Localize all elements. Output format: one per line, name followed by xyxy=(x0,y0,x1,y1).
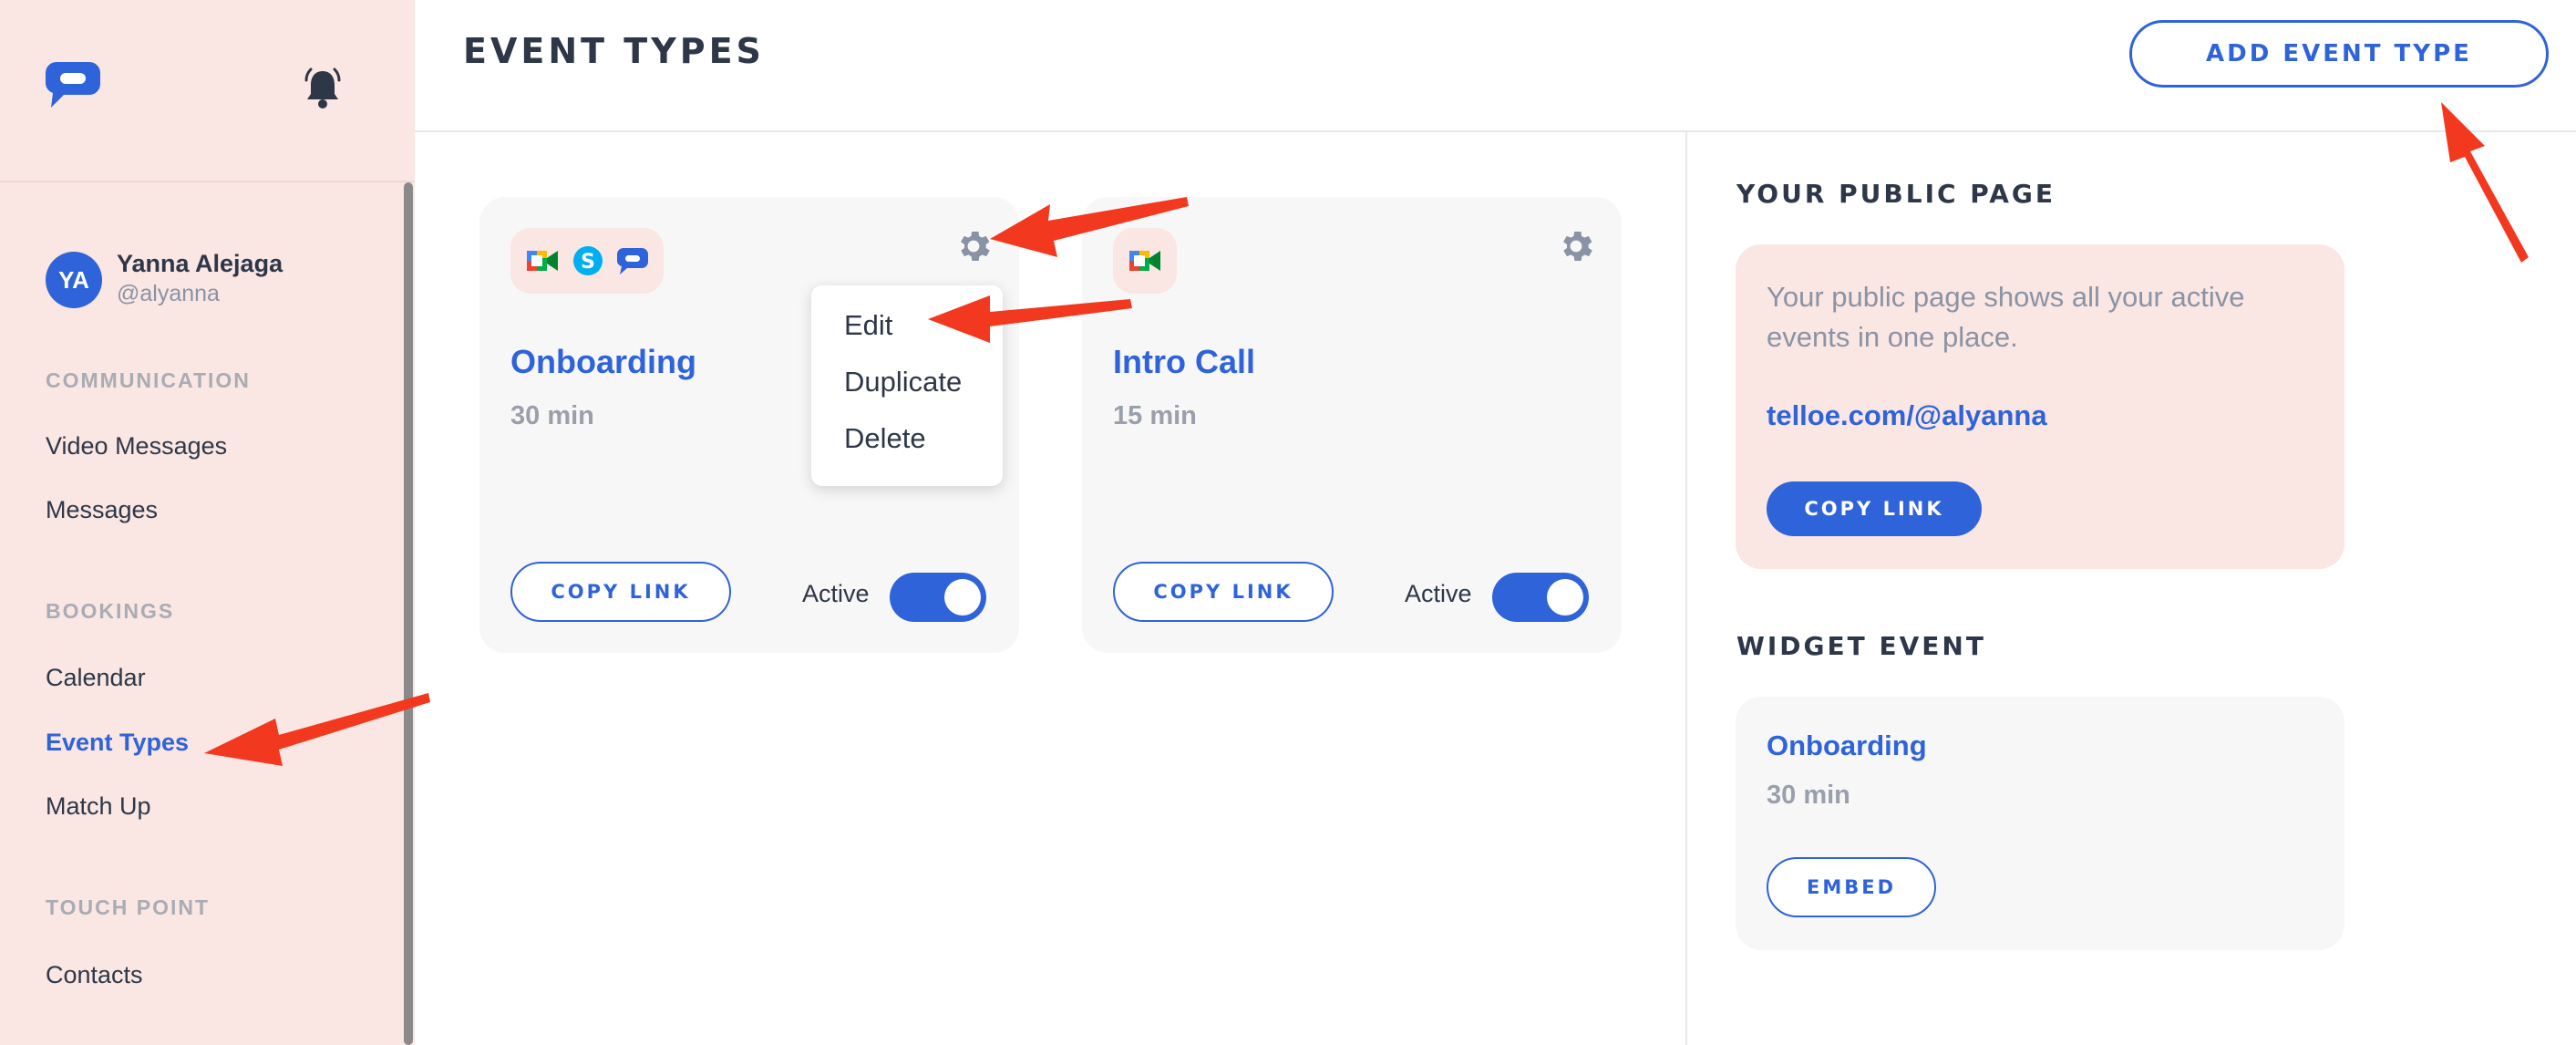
public-copy-link-button[interactable]: COPY LINK xyxy=(1767,481,1982,536)
sidebar-scrollbar[interactable] xyxy=(404,182,413,1045)
svg-text:S: S xyxy=(581,251,595,274)
add-event-type-button[interactable]: ADD EVENT TYPE xyxy=(2129,20,2549,88)
user-name: Yanna Alejaga xyxy=(117,250,283,277)
sidebar-item-event-types[interactable]: Event Types xyxy=(46,729,189,757)
skype-icon: S xyxy=(573,246,603,275)
sidebar-item-contacts[interactable]: Contacts xyxy=(46,961,143,989)
sidebar-header xyxy=(0,0,415,182)
active-label: Active xyxy=(1405,580,1472,607)
user-handle: @alyanna xyxy=(117,281,220,306)
section-label-touch-point: TOUCH POINT xyxy=(46,895,211,919)
sidebar-item-messages[interactable]: Messages xyxy=(46,496,158,524)
widget-event-card: Onboarding 30 min EMBED xyxy=(1736,697,2344,950)
sidebar-item-calendar[interactable]: Calendar xyxy=(46,664,146,692)
google-meet-icon xyxy=(527,251,558,271)
widget-event-title[interactable]: Onboarding xyxy=(1767,729,1927,762)
event-title[interactable]: Onboarding xyxy=(510,343,696,381)
widget-event-heading: WIDGET EVENT xyxy=(1736,631,1986,661)
embed-button[interactable]: EMBED xyxy=(1767,857,1936,917)
section-label-bookings: BOOKINGS xyxy=(46,599,175,623)
menu-item-delete[interactable]: Delete xyxy=(811,419,1003,475)
gear-icon[interactable] xyxy=(1556,226,1596,266)
active-toggle[interactable] xyxy=(890,573,986,622)
integration-icons xyxy=(1113,228,1177,294)
gear-icon[interactable] xyxy=(953,226,994,266)
widget-event-duration: 30 min xyxy=(1767,781,1850,810)
sidebar-item-video-messages[interactable]: Video Messages xyxy=(46,432,227,460)
event-duration: 30 min xyxy=(510,401,594,430)
sidebar: YA Yanna Alejaga @alyanna COMMUNICATION … xyxy=(0,0,415,1045)
content-divider xyxy=(1685,132,1687,1045)
event-card-intro-call: Intro Call 15 min COPY LINK Active xyxy=(1082,197,1622,653)
integration-icons: S xyxy=(510,228,664,294)
active-label: Active xyxy=(802,580,870,607)
event-duration: 15 min xyxy=(1113,401,1197,430)
toggle-knob xyxy=(1547,579,1583,616)
public-page-card: Your public page shows all your active e… xyxy=(1736,244,2344,569)
app-logo-icon[interactable] xyxy=(44,58,102,109)
toggle-knob xyxy=(944,579,981,616)
sidebar-item-match-up[interactable]: Match Up xyxy=(46,792,151,821)
active-toggle[interactable] xyxy=(1492,573,1589,622)
page-title: EVENT TYPES xyxy=(463,31,765,71)
event-title[interactable]: Intro Call xyxy=(1113,343,1255,381)
copy-link-button[interactable]: COPY LINK xyxy=(1113,562,1334,622)
chat-bubble-icon xyxy=(617,248,648,274)
copy-link-button[interactable]: COPY LINK xyxy=(510,562,731,622)
event-options-menu: Edit Duplicate Delete xyxy=(811,285,1003,486)
google-meet-icon xyxy=(1129,251,1160,271)
menu-item-duplicate[interactable]: Duplicate xyxy=(811,362,1003,419)
public-page-description: Your public page shows all your active e… xyxy=(1767,281,2245,353)
public-page-link[interactable]: telloe.com/@alyanna xyxy=(1767,399,2047,432)
menu-item-edit[interactable]: Edit xyxy=(811,305,1003,362)
bell-icon[interactable] xyxy=(301,66,345,111)
section-label-communication: COMMUNICATION xyxy=(46,368,251,392)
avatar[interactable]: YA xyxy=(46,252,102,308)
public-page-heading: YOUR PUBLIC PAGE xyxy=(1736,179,2056,209)
